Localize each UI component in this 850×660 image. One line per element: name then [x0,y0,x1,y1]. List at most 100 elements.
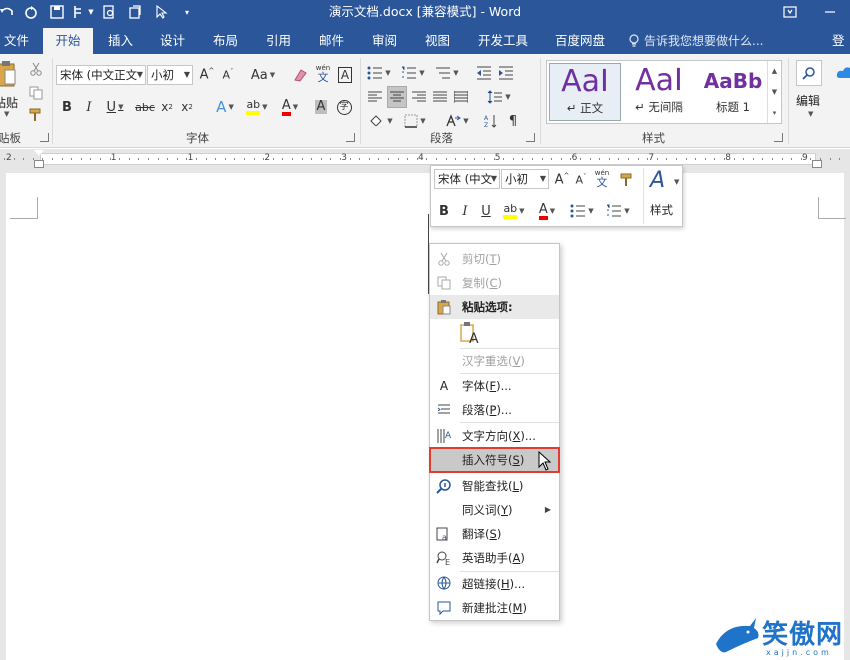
align-right-button[interactable] [410,86,428,108]
baidu-save-button[interactable] [836,64,850,124]
ribbon-display-options-button[interactable] [770,0,810,24]
menu-item-new-comment[interactable]: 新建批注(M) [430,596,559,620]
strikethrough-button[interactable]: abc [134,96,156,118]
mini-underline-button[interactable]: U [477,200,495,222]
menu-item-smart-lookup[interactable]: 智能查找(L) [430,474,559,498]
line-spacing-button[interactable]: ▼ [484,86,514,108]
font-dialog-launcher[interactable] [346,133,355,142]
text-effects-button[interactable]: A ▼ [210,96,240,118]
menu-item-copy[interactable]: 复制(C) [430,271,559,295]
increase-indent-button[interactable] [496,62,516,84]
menu-item-text-direction[interactable]: A 文字方向(X)... [430,424,559,448]
clipboard-dialog-launcher[interactable] [40,133,49,142]
styles-dialog-launcher[interactable] [774,133,783,142]
styles-gallery-scroll[interactable]: ▲ ▼ ▾ [767,61,781,123]
mini-numbering-button[interactable]: ▼ [603,200,633,222]
font-color-button[interactable]: A ▼ [276,96,304,118]
menu-item-translate[interactable]: a 翻译(S) [430,522,559,546]
tab-review[interactable]: 审阅 [362,28,407,54]
mini-grow-font-button[interactable]: A^ [553,169,571,191]
cut-button[interactable] [26,58,46,80]
menu-item-hyperlink[interactable]: 超链接(H)... [430,572,559,596]
tell-me-search[interactable]: 告诉我您想要做什么... [628,28,763,54]
tab-home[interactable]: 开始 [43,28,93,54]
underline-button[interactable]: U ▼ [102,96,128,118]
mini-shrink-font-button[interactable]: Aˇ [573,169,589,191]
distributed-button[interactable] [452,86,470,108]
font-name-combo[interactable]: 宋体 (中文正文 ▼ [56,65,146,85]
mini-bold-button[interactable]: B [435,200,453,222]
bullets-button[interactable]: ▼ [364,62,394,84]
numbering-button[interactable]: ▼ [398,62,428,84]
copy-button[interactable] [26,82,46,104]
right-indent-marker[interactable] [812,160,822,168]
style-no-spacing[interactable]: AaI ↵ 无间隔 [623,63,695,121]
align-center-button[interactable] [387,86,407,108]
menu-item-paragraph[interactable]: 段落(P)... [430,398,559,422]
bold-button[interactable]: B [58,96,76,118]
left-indent-marker[interactable] [34,160,44,168]
chinese-layout-button[interactable]: ▼ [442,110,472,132]
shrink-font-button[interactable]: Aˇ [219,64,237,86]
tab-insert[interactable]: 插入 [98,28,143,54]
align-left-button[interactable] [366,86,384,108]
subscript-button[interactable]: x2 [158,96,176,118]
font-size-combo[interactable]: 小初 ▼ [147,65,193,85]
format-painter-button[interactable] [26,104,46,126]
more-icon[interactable]: ▾ [773,109,777,117]
change-case-button[interactable]: Aa ▼ [246,64,280,86]
menu-item-synonyms[interactable]: 同义词(Y) ▶ [430,498,559,522]
document-area[interactable] [0,169,850,660]
menu-item-reconversion[interactable]: 汉字重选(V) [430,349,559,373]
mini-font-color-button[interactable]: A ▼ [533,200,561,222]
enclose-characters-button[interactable]: 字 [334,96,354,118]
tab-mailings[interactable]: 邮件 [309,28,354,54]
tab-baidu-netdisk[interactable]: 百度网盘 [545,28,615,54]
tab-file[interactable]: 文件 [0,28,39,54]
decrease-indent-button[interactable] [474,62,494,84]
superscript-button[interactable]: x2 [178,96,196,118]
chevron-down-icon[interactable]: ▼ [772,88,777,96]
menu-item-cut[interactable]: 剪切(T) [430,247,559,271]
horizontal-ruler[interactable]: 2112345678910 [0,149,850,169]
chevron-up-icon[interactable]: ▲ [772,67,777,75]
tab-view[interactable]: 视图 [415,28,460,54]
multilevel-list-button[interactable]: ▼ [432,62,462,84]
minimize-button[interactable] [810,0,850,24]
mini-bullets-button[interactable]: ▼ [567,200,597,222]
borders-button[interactable]: ▼ [400,110,430,132]
character-shading-button[interactable]: A [312,96,330,118]
show-hide-marks-button[interactable]: ¶ [504,110,522,132]
document-page[interactable] [6,173,846,660]
mini-format-painter-button[interactable] [617,169,637,191]
menu-item-english-assistant[interactable]: E 英语助手(A) [430,546,559,570]
paste-keep-text-only-button[interactable]: A [460,321,484,347]
shading-button[interactable]: ▼ [366,110,396,132]
mini-font-size-combo[interactable]: 小初 ▼ [501,169,549,189]
mini-highlight-color-button[interactable]: ab ▼ [499,200,529,222]
paragraph-dialog-launcher[interactable] [526,133,535,142]
mini-styles-button[interactable]: A ▼ 样式 [643,168,681,224]
clear-formatting-button[interactable] [290,64,310,86]
highlight-color-button[interactable]: ab ▼ [242,96,272,118]
tab-layout[interactable]: 布局 [203,28,248,54]
sort-button[interactable]: AZ [482,110,500,132]
character-border-button[interactable]: A [336,64,354,86]
style-heading-1[interactable]: AaBb 标题 1 [697,63,769,121]
mini-font-name-combo[interactable]: 宋体 (中文 ▼ [434,169,500,189]
menu-item-font[interactable]: A 字体(F)... [430,374,559,398]
italic-button[interactable]: I [80,96,98,118]
mini-italic-button[interactable]: I [456,200,474,222]
first-line-indent-marker[interactable] [34,150,44,156]
editing-button[interactable]: 编辑 ▼ [794,60,826,124]
tab-design[interactable]: 设计 [150,28,195,54]
login-link[interactable]: 登录 [832,28,850,54]
tab-references[interactable]: 引用 [256,28,301,54]
justify-button[interactable] [431,86,449,108]
phonetic-guide-button[interactable]: wén 文 [312,62,334,84]
mini-phonetic-guide-button[interactable]: wén 文 [591,167,613,189]
tab-developer[interactable]: 开发工具 [468,28,538,54]
style-normal[interactable]: AaI ↵ 正文 [549,63,621,121]
paste-button[interactable]: 粘贴 ▼ [0,58,20,118]
grow-font-button[interactable]: A^ [198,64,216,86]
